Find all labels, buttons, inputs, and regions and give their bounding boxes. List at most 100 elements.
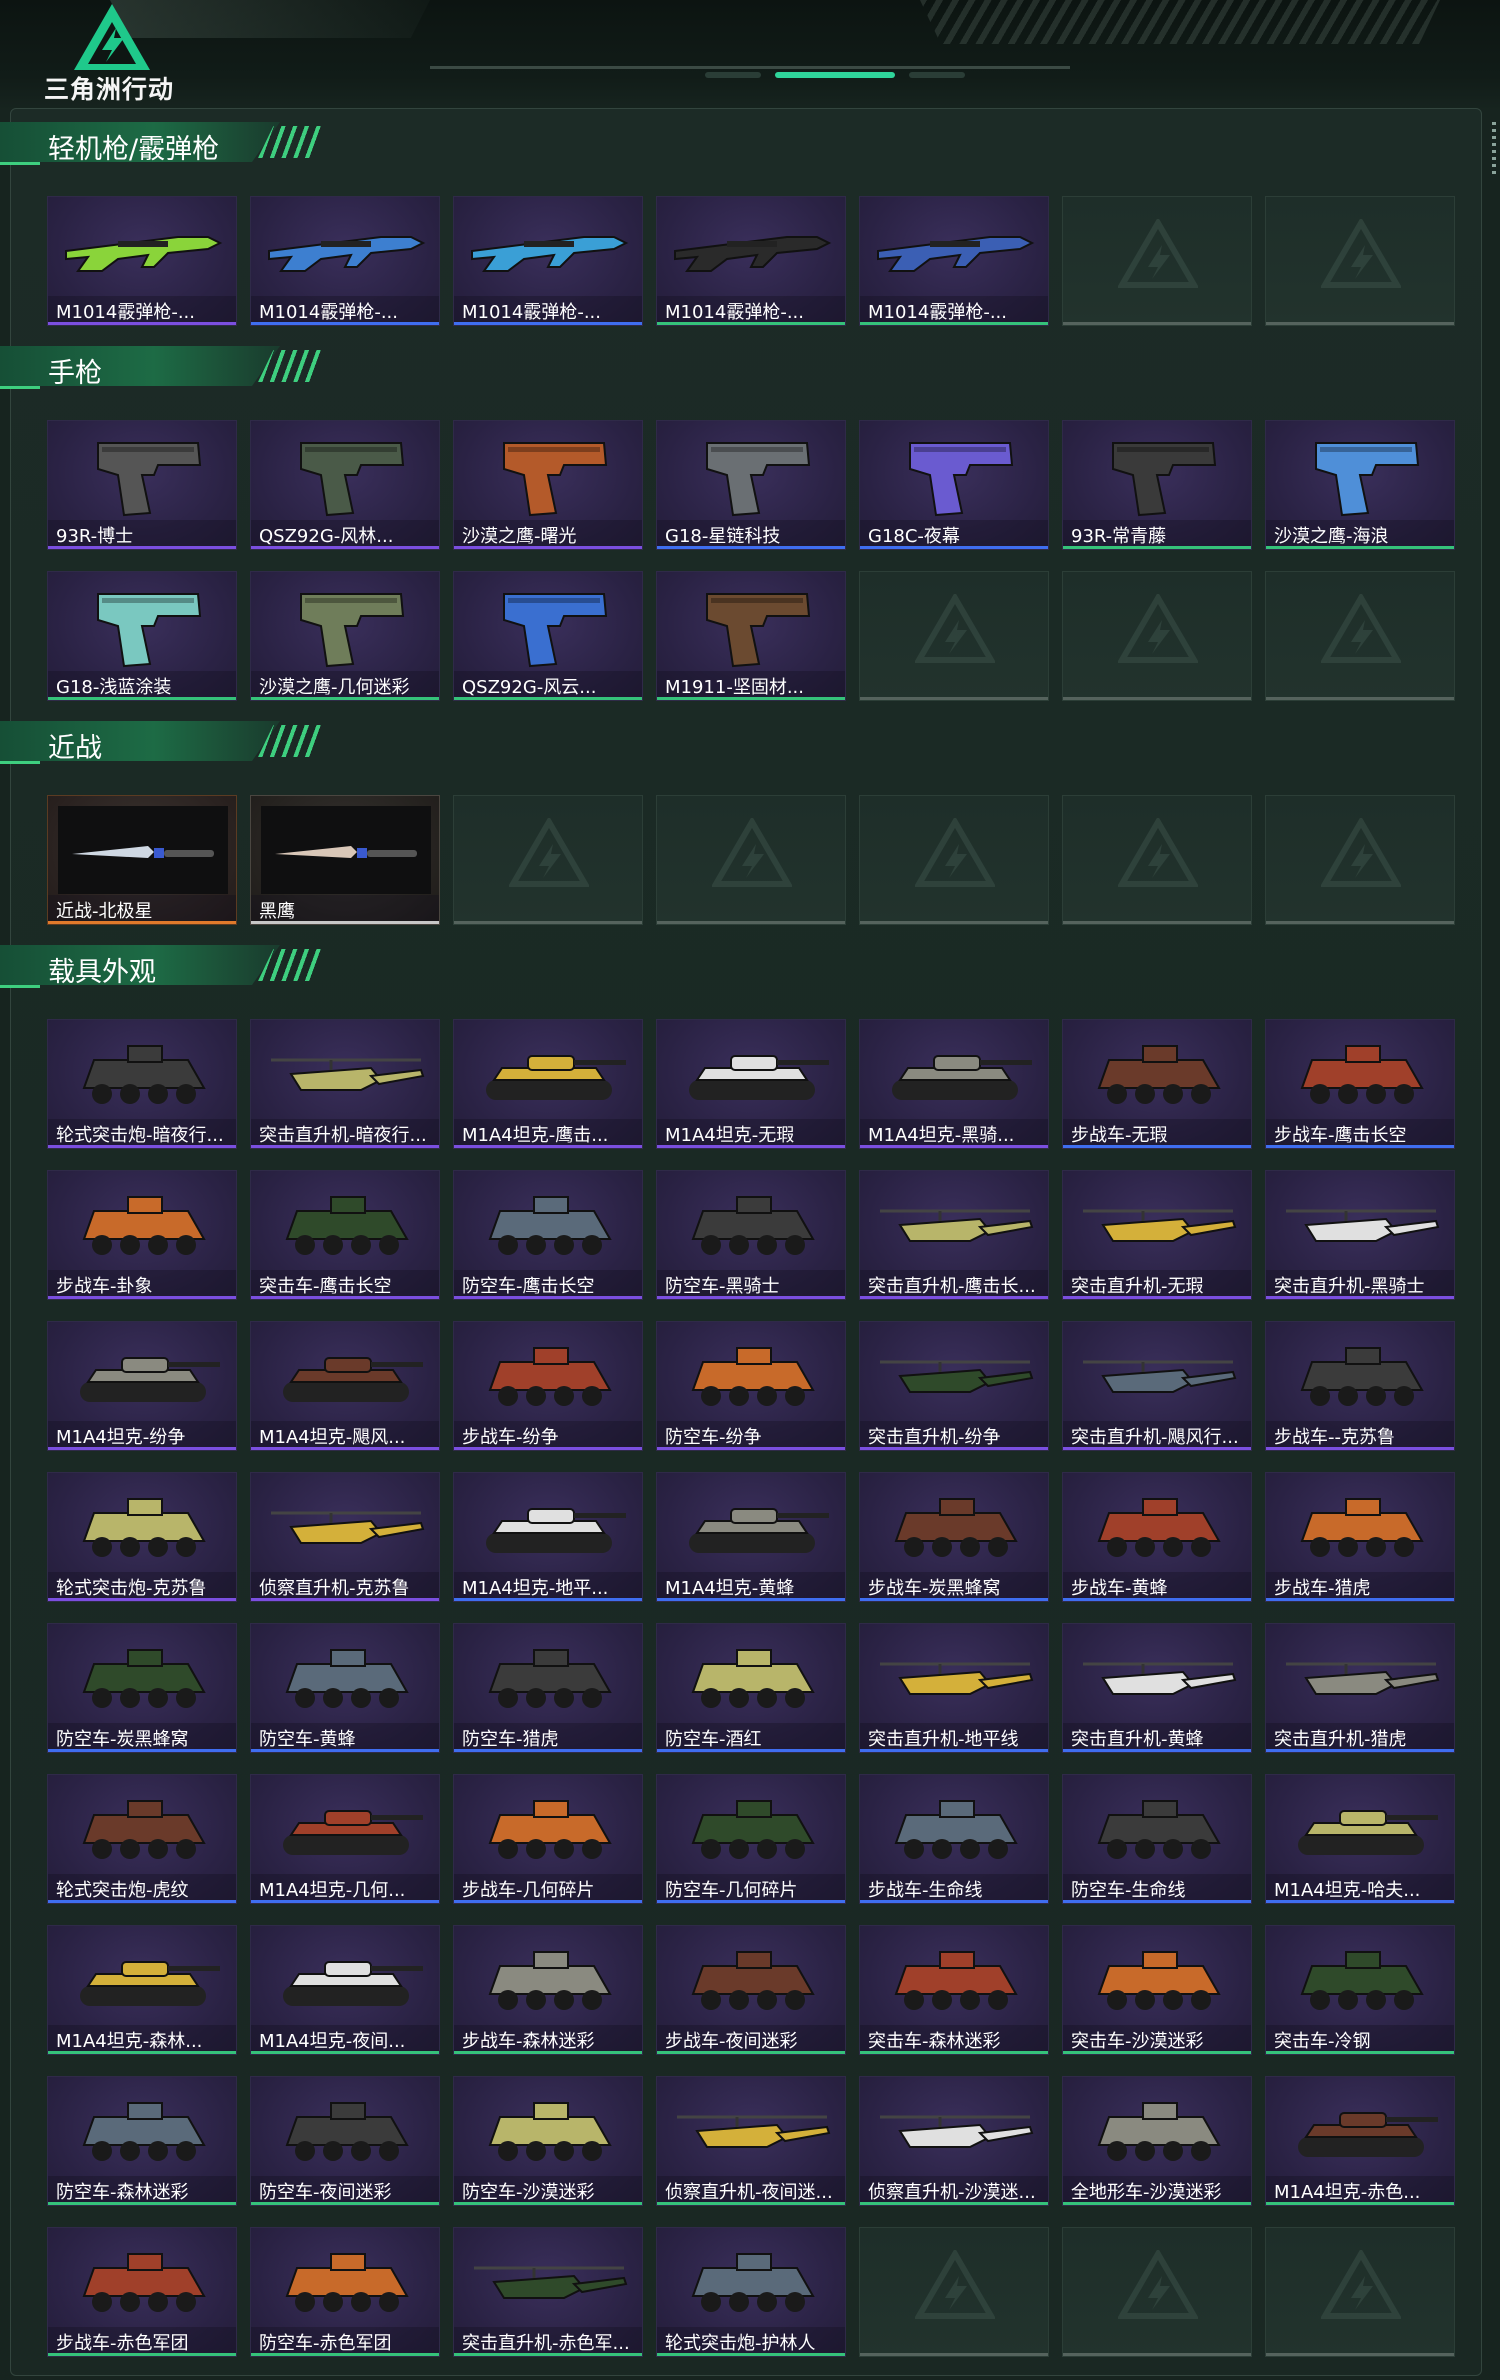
skin-card[interactable]: M1911-坚固材...: [656, 571, 846, 701]
skin-card[interactable]: 突击直升机-赤色军...: [453, 2227, 643, 2357]
skin-card[interactable]: M1A4坦克-哈夫...: [1265, 1774, 1455, 1904]
pistol-icon: [503, 593, 608, 668]
skin-card[interactable]: 步战车-猎虎: [1265, 1472, 1455, 1602]
skin-label: 防空车-几何碎片: [657, 1874, 845, 1900]
skin-card[interactable]: 突击直升机-猎虎: [1265, 1623, 1455, 1753]
skin-card[interactable]: 防空车-酒红: [656, 1623, 846, 1753]
skin-card[interactable]: 突击车-森林迷彩: [859, 1925, 1049, 2055]
skin-card[interactable]: 步战车-炭黑蜂窝: [859, 1472, 1049, 1602]
rarity-bar: [454, 322, 642, 325]
skin-card[interactable]: 近战-北极星: [47, 795, 237, 925]
skin-card[interactable]: 93R-常青藤: [1062, 420, 1252, 550]
skin-card[interactable]: 防空车-猎虎: [453, 1623, 643, 1753]
skin-card[interactable]: 轮式突击炮-暗夜行...: [47, 1019, 237, 1149]
skin-card[interactable]: G18-星链科技: [656, 420, 846, 550]
skin-card[interactable]: 沙漠之鹰-海浪: [1265, 420, 1455, 550]
skin-card[interactable]: G18C-夜幕: [859, 420, 1049, 550]
skin-card[interactable]: M1A4坦克-黄蜂: [656, 1472, 846, 1602]
skin-card[interactable]: M1A4坦克-纷争: [47, 1321, 237, 1451]
skin-card[interactable]: M1014霰弹枪-...: [250, 196, 440, 326]
skin-card[interactable]: M1014霰弹枪-...: [859, 196, 1049, 326]
skin-card[interactable]: 轮式突击炮-护林人: [656, 2227, 846, 2357]
skin-card[interactable]: 步战车-夜间迷彩: [656, 1925, 846, 2055]
skin-label: M1A4坦克-鹰击...: [454, 1119, 642, 1145]
skin-label: 步战车-几何碎片: [454, 1874, 642, 1900]
skin-card[interactable]: G18-浅蓝涂装: [47, 571, 237, 701]
armored-vehicle-icon: [82, 1045, 206, 1104]
skin-card[interactable]: QSZ92G-风林...: [250, 420, 440, 550]
skin-card[interactable]: 步战车-生命线: [859, 1774, 1049, 1904]
skin-card[interactable]: M1014霰弹枪-...: [656, 196, 846, 326]
skin-card[interactable]: 步战车-卦象: [47, 1170, 237, 1300]
skin-card[interactable]: M1A4坦克-黑骑...: [859, 1019, 1049, 1149]
scrollbar-handle[interactable]: [1492, 122, 1496, 174]
skin-card[interactable]: 突击直升机-地平线: [859, 1623, 1049, 1753]
rarity-bar: [251, 1296, 439, 1299]
skin-card[interactable]: 防空车-几何碎片: [656, 1774, 846, 1904]
skin-card[interactable]: M1A4坦克-无瑕: [656, 1019, 846, 1149]
skin-card[interactable]: 突击直升机-暗夜行...: [250, 1019, 440, 1149]
skin-card[interactable]: 防空车-纷争: [656, 1321, 846, 1451]
skin-label: 防空车-纷争: [657, 1421, 845, 1447]
skin-card[interactable]: 步战车-纷争: [453, 1321, 643, 1451]
skin-card[interactable]: 侦察直升机-克苏鲁: [250, 1472, 440, 1602]
skin-card[interactable]: 防空车-森林迷彩: [47, 2076, 237, 2206]
skin-card[interactable]: 突击直升机-飓风行...: [1062, 1321, 1252, 1451]
skin-card[interactable]: QSZ92G-风云...: [453, 571, 643, 701]
skin-card[interactable]: M1014霰弹枪-...: [47, 196, 237, 326]
skin-card[interactable]: M1A4坦克-几何...: [250, 1774, 440, 1904]
skin-card[interactable]: 步战车-黄蜂: [1062, 1472, 1252, 1602]
skin-card[interactable]: 突击直升机-黑骑士: [1265, 1170, 1455, 1300]
skin-card[interactable]: 突击直升机-无瑕: [1062, 1170, 1252, 1300]
skin-card[interactable]: M1A4坦克-夜间...: [250, 1925, 440, 2055]
skin-card[interactable]: 突击直升机-纷争: [859, 1321, 1049, 1451]
skin-label: 步战车-纷争: [454, 1421, 642, 1447]
delta-placeholder-icon: [1321, 219, 1401, 288]
skin-card[interactable]: 突击车-鹰击长空: [250, 1170, 440, 1300]
skin-card[interactable]: M1A4坦克-地平...: [453, 1472, 643, 1602]
skin-label: M1A4坦克-夜间...: [251, 2025, 439, 2051]
skin-card[interactable]: 防空车-炭黑蜂窝: [47, 1623, 237, 1753]
skin-card[interactable]: 步战车-鹰击长空: [1265, 1019, 1455, 1149]
skin-label: M1A4坦克-黄蜂: [657, 1572, 845, 1598]
skin-card[interactable]: 沙漠之鹰-曙光: [453, 420, 643, 550]
tank-icon: [892, 1055, 1032, 1100]
skin-card[interactable]: 沙漠之鹰-几何迷彩: [250, 571, 440, 701]
skin-card[interactable]: 步战车-几何碎片: [453, 1774, 643, 1904]
skin-card[interactable]: 防空车-生命线: [1062, 1774, 1252, 1904]
skin-card[interactable]: 步战车--克苏鲁: [1265, 1321, 1455, 1451]
skin-card[interactable]: 步战车-森林迷彩: [453, 1925, 643, 2055]
skin-card[interactable]: M1014霰弹枪-...: [453, 196, 643, 326]
skin-card[interactable]: 突击直升机-鹰击长...: [859, 1170, 1049, 1300]
skin-card[interactable]: M1A4坦克-赤色...: [1265, 2076, 1455, 2206]
skin-card[interactable]: 黑鹰: [250, 795, 440, 925]
skin-card[interactable]: 突击车-沙漠迷彩: [1062, 1925, 1252, 2055]
skin-card[interactable]: M1A4坦克-森林...: [47, 1925, 237, 2055]
rarity-bar: [454, 2353, 642, 2356]
rarity-bar: [1063, 1598, 1251, 1601]
skin-card[interactable]: 侦察直升机-沙漠迷...: [859, 2076, 1049, 2206]
skin-card[interactable]: 侦察直升机-夜间迷...: [656, 2076, 846, 2206]
skin-card[interactable]: 防空车-夜间迷彩: [250, 2076, 440, 2206]
skin-card[interactable]: 防空车-黑骑士: [656, 1170, 846, 1300]
skin-card[interactable]: 全地形车-沙漠迷彩: [1062, 2076, 1252, 2206]
skin-card[interactable]: M1A4坦克-飓风...: [250, 1321, 440, 1451]
skin-card[interactable]: 步战车-赤色军团: [47, 2227, 237, 2357]
skin-label: 步战车-猎虎: [1266, 1572, 1454, 1598]
rarity-bar: [1266, 1598, 1454, 1601]
skin-label: M1014霰弹枪-...: [454, 296, 642, 322]
skin-card[interactable]: 93R-博士: [47, 420, 237, 550]
skin-label: QSZ92G-风林...: [251, 520, 439, 546]
delta-placeholder-icon: [915, 818, 995, 887]
section-header: 近战: [0, 721, 330, 764]
skin-card[interactable]: 突击车-冷钢: [1265, 1925, 1455, 2055]
skin-card[interactable]: M1A4坦克-鹰击...: [453, 1019, 643, 1149]
skin-card[interactable]: 防空车-赤色军团: [250, 2227, 440, 2357]
skin-card[interactable]: 防空车-鹰击长空: [453, 1170, 643, 1300]
skin-card[interactable]: 步战车-无瑕: [1062, 1019, 1252, 1149]
skin-card[interactable]: 轮式突击炮-虎纹: [47, 1774, 237, 1904]
skin-card[interactable]: 轮式突击炮-克苏鲁: [47, 1472, 237, 1602]
skin-card[interactable]: 防空车-沙漠迷彩: [453, 2076, 643, 2206]
skin-card[interactable]: 防空车-黄蜂: [250, 1623, 440, 1753]
skin-card[interactable]: 突击直升机-黄蜂: [1062, 1623, 1252, 1753]
